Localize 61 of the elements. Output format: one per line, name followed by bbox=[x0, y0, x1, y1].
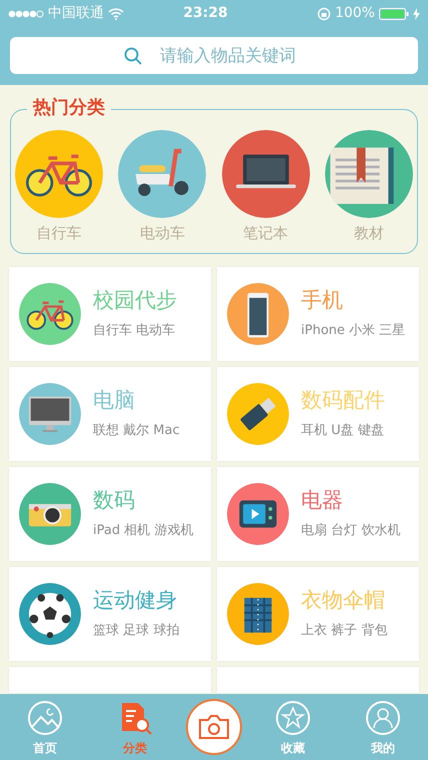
category-title: 数码配件 bbox=[301, 386, 385, 413]
category-label: 电动车 bbox=[140, 223, 185, 244]
book-icon bbox=[324, 130, 413, 218]
hot-category[interactable]: 电动车 bbox=[118, 130, 206, 244]
wifi-icon bbox=[108, 8, 124, 20]
carrier-name: 中国联通 bbox=[48, 4, 104, 23]
category-brands: 联想 戴尔 Mac bbox=[93, 422, 180, 440]
monitor-icon bbox=[19, 382, 81, 444]
soccer-ball-icon bbox=[19, 582, 81, 644]
category-card[interactable]: 电脑 联想 戴尔 Mac bbox=[9, 366, 211, 460]
tv-icon bbox=[227, 482, 289, 544]
section-title: 热门分类 bbox=[27, 97, 111, 119]
clock-time: 23:28 bbox=[183, 4, 228, 23]
category-card[interactable]: 衣物伞帽 上衣 裤子 背包 bbox=[217, 566, 419, 660]
category-card[interactable]: 电器 电扇 台灯 饮水机 bbox=[217, 466, 419, 560]
category-title: 数码 bbox=[93, 486, 136, 513]
category-brands: iPad 相机 游戏机 bbox=[93, 522, 194, 540]
battery-percent: 100% bbox=[334, 4, 375, 23]
category-label: 自行车 bbox=[36, 223, 82, 244]
category-label: 笔记本 bbox=[243, 223, 288, 244]
tab-item[interactable]: 首页 bbox=[0, 694, 90, 760]
category-card[interactable]: 运动健身 篮球 足球 球拍 bbox=[9, 566, 211, 660]
search-icon bbox=[124, 47, 142, 65]
category-title: 手机 bbox=[301, 286, 344, 313]
camera-icon bbox=[198, 714, 230, 740]
category-brands: iPhone 小米 三星 bbox=[301, 322, 406, 340]
tab-item[interactable]: 收藏 bbox=[248, 694, 338, 760]
battery-icon bbox=[378, 8, 409, 20]
category-card[interactable]: 手机 iPhone 小米 三星 bbox=[217, 266, 419, 360]
category-card[interactable]: 校园代步 自行车 电动车 bbox=[9, 266, 211, 360]
usb-drive-icon bbox=[227, 382, 289, 444]
bicycle-icon bbox=[15, 130, 103, 218]
category-title: 校园代步 bbox=[93, 286, 177, 313]
signal-icon bbox=[8, 10, 44, 18]
category-brands: 自行车 电动车 bbox=[93, 322, 176, 340]
laptop-icon bbox=[222, 130, 310, 218]
category-title: 电脑 bbox=[93, 386, 136, 413]
hot-category[interactable]: 教材 bbox=[324, 130, 413, 244]
scooter-icon bbox=[118, 130, 206, 218]
shirt-icon bbox=[227, 582, 289, 644]
hot-category[interactable]: 自行车 bbox=[15, 130, 103, 244]
landscape-icon bbox=[26, 699, 64, 737]
charging-icon bbox=[412, 8, 420, 20]
category-card[interactable]: 数码 iPad 相机 游戏机 bbox=[9, 466, 211, 560]
category-title: 电器 bbox=[301, 486, 344, 513]
phone-icon bbox=[227, 282, 289, 344]
hot-category[interactable]: 笔记本 bbox=[222, 130, 310, 244]
category-title: 运动健身 bbox=[93, 586, 178, 613]
category-label: 教材 bbox=[354, 223, 384, 244]
camera-icon bbox=[19, 482, 81, 544]
category-title: 衣物伞帽 bbox=[301, 586, 386, 613]
category-brands: 耳机 U盘 键盘 bbox=[301, 422, 385, 440]
category-card[interactable]: 数码配件 耳机 U盘 键盘 bbox=[217, 366, 419, 460]
category-brands: 上衣 裤子 背包 bbox=[301, 622, 388, 640]
category-brands: 篮球 足球 球拍 bbox=[93, 622, 180, 640]
category-brands: 电扇 台灯 饮水机 bbox=[301, 522, 400, 540]
search-field[interactable]: 请输入物品关键词 bbox=[10, 37, 418, 74]
tab-item[interactable]: 我的 bbox=[338, 694, 428, 760]
person-icon bbox=[364, 699, 402, 737]
bicycle-icon bbox=[19, 282, 81, 344]
rotation-lock-icon bbox=[316, 6, 331, 20]
